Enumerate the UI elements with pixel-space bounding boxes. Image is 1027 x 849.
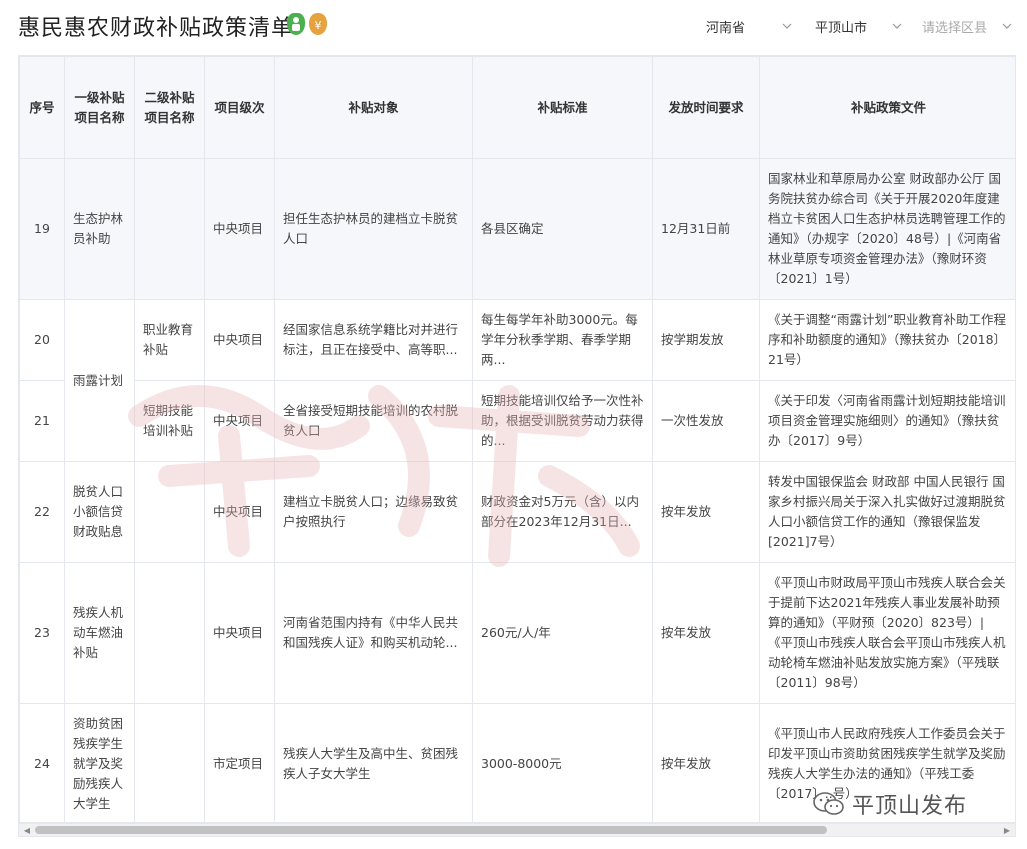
policy-table-container[interactable]: 序号 一级补贴项目名称 二级补贴项目名称 项目级次 补贴对象 补贴标准 发放时间…	[18, 55, 1016, 823]
chevron-down-icon	[890, 19, 904, 33]
subsidy-standard-text: 短期技能培训仅给予一次性补助，根据受训脱贫劳动力获得的...	[481, 393, 644, 448]
subsidy-standard: 各县区确定	[472, 158, 653, 300]
policy-table: 序号 一级补贴项目名称 二级补贴项目名称 项目级次 补贴对象 补贴标准 发放时间…	[19, 56, 1015, 822]
row-number: 19	[19, 158, 65, 300]
subsidy-standard: 财政资金对5万元（含）以内部分在2023年12月31日...	[472, 461, 653, 563]
project-tier: 中央项目	[204, 562, 275, 704]
project-tier: 中央项目	[204, 461, 275, 563]
subsidy-target: 担任生态护林员的建档立卡脱贫人口	[274, 158, 473, 300]
scroll-left-icon[interactable]: ◀	[21, 825, 33, 835]
county-select[interactable]: 请选择区县	[922, 14, 1014, 38]
subsidy-standard: 短期技能培训仅给予一次性补助，根据受训脱贫劳动力获得的...	[472, 380, 653, 462]
wechat-icon	[813, 792, 844, 815]
payout-time: 按年发放	[652, 461, 760, 563]
subsidy-target: 残疾人大学生及高中生、贫困残疾人子女大学生	[274, 703, 473, 822]
column-header: 一级补贴项目名称	[64, 56, 135, 159]
policy-document[interactable]: 国家林业和草原局办公室 财政部办公厅 国务院扶贫办综合司《关于开展2020年度建…	[759, 158, 1015, 300]
policy-document[interactable]: 《关于印发〈河南省雨露计划短期技能培训项目资金管理实施细则〉的通知》（豫扶贫办〔…	[759, 380, 1015, 462]
project-tier: 中央项目	[204, 158, 275, 300]
table-row[interactable]: 23 残疾人机动车燃油补贴 中央项目 河南省范围内持有《中华人民共和国残疾人证》…	[19, 562, 1015, 704]
column-header: 二级补贴项目名称	[134, 56, 205, 159]
subsidy-target: 建档立卡脱贫人口；边缘易致贫户按照执行	[274, 461, 473, 563]
column-header: 项目级次	[204, 56, 275, 159]
column-header: 补贴对象	[274, 56, 473, 159]
payout-time: 按年发放	[652, 562, 760, 704]
subsidy-standard-text: 每生每学年补助3000元。每学年分秋季学期、春季学期两...	[481, 312, 638, 367]
level2-name	[134, 703, 205, 822]
province-select[interactable]: 河南省	[706, 14, 792, 38]
table-row[interactable]: 20 雨露计划 职业教育补贴 中央项目 经国家信息系统学籍比对并进行标注，且正在…	[19, 299, 1015, 462]
row-number: 22	[19, 461, 65, 563]
farmer-icon	[287, 13, 305, 35]
level2-name	[134, 158, 205, 300]
brand-text: 平顶山发布	[852, 794, 968, 819]
title-icons: ¥	[287, 13, 327, 35]
payout-time: 一次性发放	[652, 380, 760, 462]
subsidy-standard: 每生每学年补助3000元。每学年分秋季学期、春季学期两...	[472, 299, 653, 381]
project-tier: 中央项目	[204, 299, 275, 381]
subsidy-target-text: 经国家信息系统学籍比对并进行标注，且正在接受中、高等职...	[283, 322, 459, 357]
row-number: 20	[19, 299, 65, 381]
level2-name: 短期技能培训补贴	[134, 380, 205, 462]
subsidy-target-text: 河南省范围内持有《中华人民共和国残疾人证》和购买机动轮...	[283, 615, 459, 650]
level2-name: 职业教育补贴	[134, 299, 205, 381]
row-number: 21	[19, 380, 65, 462]
level1-name: 雨露计划	[64, 299, 135, 462]
level1-name: 资助贫困残疾学生就学及奖励残疾人大学生	[64, 703, 135, 822]
column-header: 序号	[19, 56, 65, 159]
project-tier: 中央项目	[204, 380, 275, 462]
city-select[interactable]: 平顶山市	[815, 14, 905, 38]
level2-name	[134, 461, 205, 563]
city-value: 平顶山市	[815, 20, 868, 36]
level1-name: 脱贫人口小额信贷财政贴息	[64, 461, 135, 563]
row-number: 24	[19, 703, 65, 822]
scroll-right-icon[interactable]: ▶	[1001, 825, 1013, 835]
money-bag-icon: ¥	[309, 13, 327, 35]
table-row[interactable]: 19 生态护林员补助 中央项目 担任生态护林员的建档立卡脱贫人口 各县区确定 1…	[19, 158, 1015, 300]
subsidy-standard: 3000-8000元	[472, 703, 653, 822]
column-header: 补贴政策文件	[759, 56, 1015, 159]
svg-text:¥: ¥	[315, 19, 322, 32]
column-header: 发放时间要求	[652, 56, 760, 159]
project-tier: 市定项目	[204, 703, 275, 822]
page-title: 惠民惠农财政补贴政策清单	[18, 16, 295, 41]
level2-name	[134, 562, 205, 704]
policy-document[interactable]: 《关于调整“雨露计划”职业教育补助工作程序和补助额度的通知》（豫扶贫办〔2018…	[759, 299, 1015, 381]
payout-time: 12月31日前	[652, 158, 760, 300]
table-row[interactable]: 21 短期技能培训补贴 中央项目 全省接受短期技能培训的农村脱贫人口 短期技能培…	[19, 380, 1015, 462]
subsidy-standard: 260元/人/年	[472, 562, 653, 704]
subsidy-standard-text: 财政资金对5万元（含）以内部分在2023年12月31日...	[481, 494, 639, 529]
table-header-row: 序号 一级补贴项目名称 二级补贴项目名称 项目级次 补贴对象 补贴标准 发放时间…	[19, 56, 1015, 159]
province-value: 河南省	[706, 20, 746, 36]
policy-document[interactable]: 转发中国银保监会 财政部 中国人民银行 国家乡村振兴局关于深入扎实做好过渡期脱贫…	[759, 461, 1015, 563]
table-row[interactable]: 22 脱贫人口小额信贷财政贴息 中央项目 建档立卡脱贫人口；边缘易致贫户按照执行…	[19, 461, 1015, 563]
horizontal-scrollbar[interactable]: ◀ ▶	[18, 823, 1016, 837]
chevron-down-icon	[1000, 19, 1014, 33]
column-header: 补贴标准	[472, 56, 653, 159]
payout-time: 按学期发放	[652, 299, 760, 381]
county-placeholder: 请选择区县	[922, 20, 988, 36]
row-number: 23	[19, 562, 65, 704]
header: 惠民惠农财政补贴政策清单 ¥ 河南省 平顶山市 请选择区县	[0, 0, 1027, 52]
subsidy-target: 河南省范围内持有《中华人民共和国残疾人证》和购买机动轮...	[274, 562, 473, 704]
policy-document[interactable]: 《平顶山市财政局平顶山市残疾人联合会关于提前下达2021年残疾人事业发展补助预算…	[759, 562, 1015, 704]
brand-watermark: 平顶山发布	[812, 788, 967, 820]
scrollbar-thumb[interactable]	[35, 826, 827, 834]
payout-time: 按年发放	[652, 703, 760, 822]
level1-name: 生态护林员补助	[64, 158, 135, 300]
chevron-down-icon	[780, 19, 794, 33]
subsidy-target: 经国家信息系统学籍比对并进行标注，且正在接受中、高等职...	[274, 299, 473, 381]
level1-name: 残疾人机动车燃油补贴	[64, 562, 135, 704]
subsidy-target: 全省接受短期技能培训的农村脱贫人口	[274, 380, 473, 462]
